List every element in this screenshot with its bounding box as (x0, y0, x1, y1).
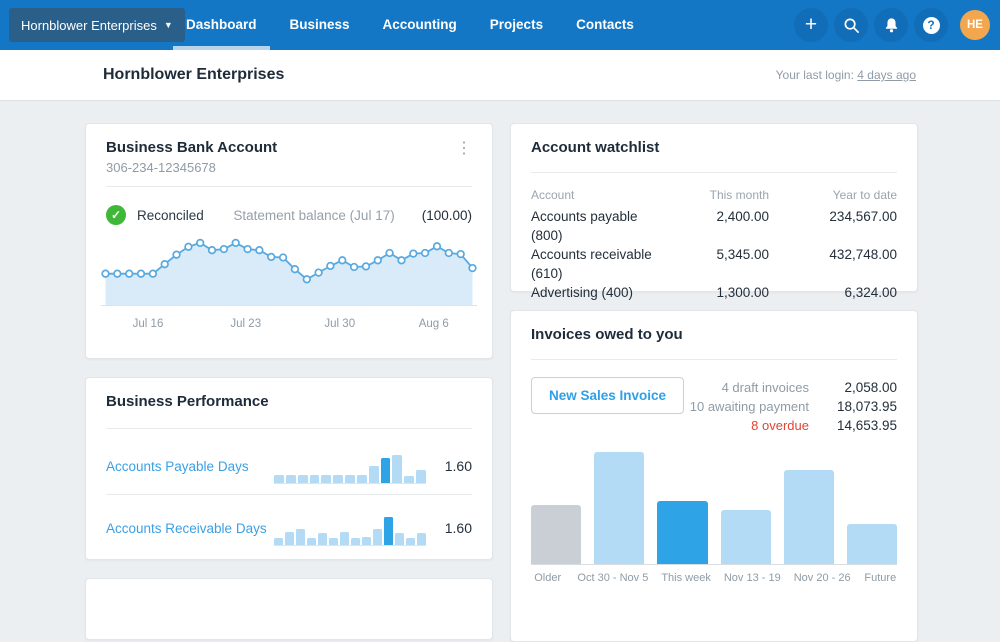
watchlist-title: Account watchlist (531, 139, 660, 156)
account-number: 306-234-12345678 (106, 160, 216, 175)
invoices-bars (531, 452, 898, 565)
bank-account-card: Business Bank Account ⋮ 306-234-12345678… (85, 123, 493, 359)
draft-invoices-value: 2,058.00 (844, 380, 897, 395)
year-to-date-value: 432,748.00 (829, 247, 897, 262)
receivable-days-mini-chart (274, 511, 426, 546)
notifications-button[interactable] (874, 8, 908, 42)
col-this-month: This month (709, 188, 769, 202)
invoices-title: Invoices owed to you (531, 326, 683, 343)
performance-row: Accounts Receivable Days 1.60 (106, 500, 472, 556)
accounts-receivable-days-link[interactable]: Accounts Receivable Days (106, 521, 274, 536)
awaiting-payment-label: 10 awaiting payment (689, 399, 809, 414)
this-month-value: 2,400.00 (716, 209, 769, 224)
reconciled-row: ✓ Reconciled Statement balance (Jul 17) … (106, 202, 472, 228)
watchlist-table: Account This month Year to date Accounts… (531, 187, 897, 302)
divider (106, 428, 472, 429)
business-performance-card: Business Performance Accounts Payable Da… (85, 377, 493, 560)
last-login-link[interactable]: 4 days ago (857, 68, 916, 82)
year-to-date-value: 6,324.00 (844, 285, 897, 300)
tab-projects[interactable]: Projects (490, 0, 543, 50)
invoices-owed-chart: Older Oct 30 - Nov 5 This week Nov 13 - 19 N… (531, 452, 898, 584)
primary-tabs: Dashboard Business Accounting Projects C… (173, 0, 634, 50)
table-row: Advertising (400) 1,300.00 6,324.00 (531, 283, 897, 302)
overdue-label: 8 overdue (751, 418, 809, 433)
divider (531, 359, 897, 360)
invoices-bar-labels: Older Oct 30 - Nov 5 This week Nov 13 - 19 N… (534, 572, 897, 584)
bank-card-title: Business Bank Account (106, 139, 278, 156)
nav-actions: + ? HE (794, 0, 990, 50)
plus-icon: + (804, 12, 818, 36)
divider (106, 494, 472, 495)
receivable-days-value: 1.60 (444, 520, 472, 536)
invoices-owed-card: Invoices owed to you New Sales Invoice 4… (510, 310, 918, 642)
divider (531, 172, 897, 173)
tab-business[interactable]: Business (290, 0, 350, 50)
kebab-menu-icon[interactable]: ⋮ (450, 136, 478, 160)
org-switcher[interactable]: Hornblower Enterprises ▼ (9, 8, 185, 42)
reconciled-label: Reconciled (137, 207, 204, 223)
table-row: Accounts payable (800) 2,400.00 234,567.… (531, 207, 897, 245)
tab-dashboard[interactable]: Dashboard (173, 0, 269, 50)
bank-balance-sparkline (101, 234, 477, 306)
invoice-stats: 4 draft invoices 2,058.00 10 awaiting pa… (690, 378, 897, 435)
sparkline-axis-labels: Jul 16 Jul 23 Jul 30 Aug 6 (132, 318, 449, 330)
new-sales-invoice-button[interactable]: New Sales Invoice (531, 377, 685, 414)
payable-days-mini-chart (274, 449, 426, 484)
add-button[interactable]: + (794, 8, 828, 42)
search-button[interactable] (834, 8, 868, 42)
draft-invoices-label: 4 draft invoices (721, 380, 809, 395)
avatar[interactable]: HE (960, 10, 990, 40)
page-header: Hornblower Enterprises Your last login: … (0, 50, 1000, 101)
overdue-stat: 8 overdue 14,653.95 (751, 416, 897, 435)
account-watchlist-card: Account watchlist Account This month Yea… (510, 123, 918, 300)
page-title: Hornblower Enterprises (103, 66, 285, 83)
divider (106, 186, 472, 187)
year-to-date-value: 234,567.00 (829, 209, 897, 224)
bell-icon (885, 17, 897, 32)
statement-balance-value: (100.00) (421, 207, 472, 223)
table-row: Accounts receivable (610) 5,345.00 432,7… (531, 245, 897, 283)
last-login: Your last login: 4 days ago (776, 50, 916, 100)
overdue-value: 14,653.95 (836, 418, 897, 433)
partial-card (85, 578, 493, 640)
performance-title: Business Performance (106, 393, 269, 410)
help-button[interactable]: ? (914, 8, 948, 42)
invoices-action-row: New Sales Invoice 4 draft invoices 2,058… (531, 377, 897, 435)
account-name: Accounts payable (800) (531, 209, 638, 243)
tab-contacts[interactable]: Contacts (576, 0, 634, 50)
payable-days-value: 1.60 (444, 458, 472, 474)
org-name: Hornblower Enterprises (21, 17, 157, 33)
last-login-label: Your last login: (775, 68, 854, 82)
awaiting-payment-stat: 10 awaiting payment 18,073.95 (690, 397, 897, 416)
watchlist-header-row: Account This month Year to date (531, 187, 897, 204)
help-icon: ? (922, 16, 940, 34)
col-year-to-date: Year to date (832, 188, 897, 202)
account-name: Accounts receivable (610) (531, 247, 652, 281)
this-month-value: 5,345.00 (716, 247, 769, 262)
search-icon (844, 18, 859, 33)
draft-invoices-stat: 4 draft invoices 2,058.00 (722, 378, 897, 397)
tab-accounting[interactable]: Accounting (383, 0, 457, 50)
accounts-payable-days-link[interactable]: Accounts Payable Days (106, 459, 274, 474)
top-nav: Hornblower Enterprises ▼ Dashboard Busin… (0, 0, 1000, 50)
chevron-down-icon: ▼ (163, 20, 173, 30)
col-account: Account (531, 188, 575, 202)
reconciled-check-icon: ✓ (106, 205, 126, 225)
performance-row: Accounts Payable Days 1.60 (106, 438, 472, 494)
this-month-value: 1,300.00 (716, 285, 769, 300)
account-name: Advertising (400) (531, 285, 634, 300)
statement-balance-label: Statement balance (Jul 17) (233, 207, 395, 223)
awaiting-payment-value: 18,073.95 (836, 399, 897, 414)
